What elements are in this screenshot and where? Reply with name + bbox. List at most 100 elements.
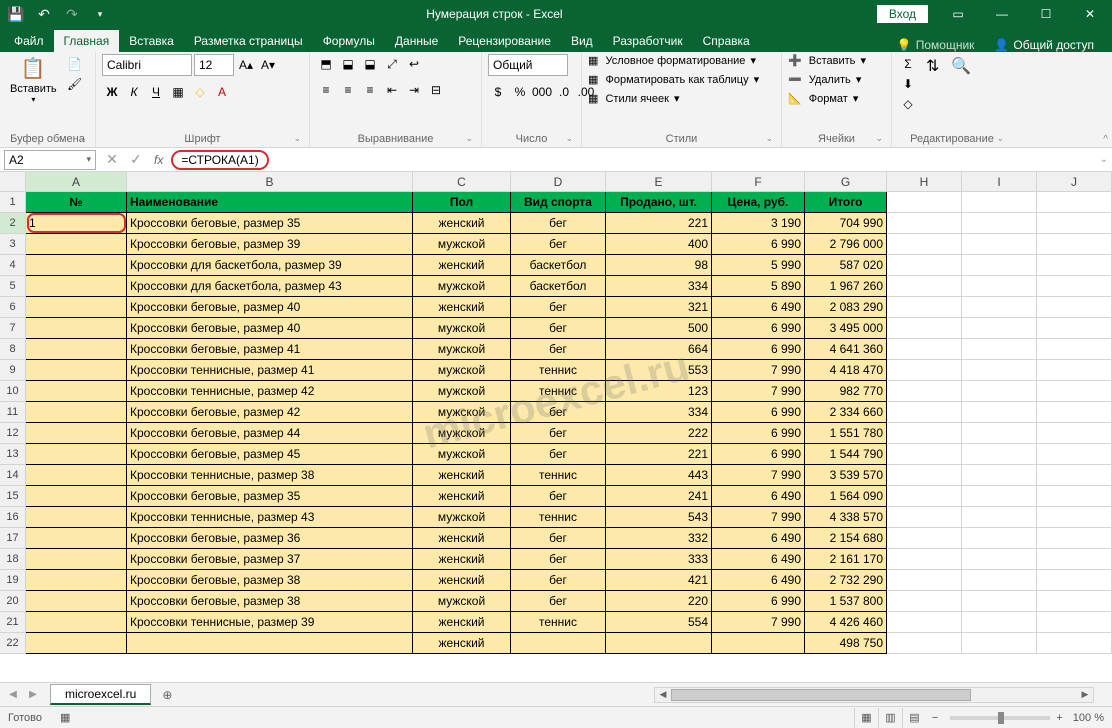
- row-header[interactable]: 18: [0, 549, 26, 570]
- tab-review[interactable]: Рецензирование: [448, 30, 561, 52]
- row-header[interactable]: 7: [0, 318, 26, 339]
- tab-developer[interactable]: Разработчик: [603, 30, 693, 52]
- conditional-formatting-button[interactable]: ▦ Условное форматирование ▾: [588, 54, 756, 67]
- cancel-formula-icon[interactable]: ✕: [100, 148, 124, 172]
- tab-help[interactable]: Справка: [693, 30, 760, 52]
- col-header-B[interactable]: B: [127, 172, 413, 191]
- collapse-ribbon-icon[interactable]: ^: [1103, 134, 1108, 145]
- row-header[interactable]: 20: [0, 591, 26, 612]
- row-header[interactable]: 8: [0, 339, 26, 360]
- fill-color-icon[interactable]: ◇: [190, 82, 210, 102]
- copy-icon[interactable]: 📄: [65, 54, 85, 74]
- col-header-F[interactable]: F: [712, 172, 805, 191]
- increase-font-icon[interactable]: A▴: [236, 55, 256, 75]
- expand-formula-bar-icon[interactable]: ⌄: [1100, 154, 1108, 165]
- align-top-icon[interactable]: ⬒: [316, 54, 336, 74]
- scroll-thumb[interactable]: [671, 689, 971, 701]
- wrap-text-icon[interactable]: ↩: [404, 54, 424, 74]
- maximize-icon[interactable]: ☐: [1024, 0, 1068, 28]
- name-box[interactable]: A2: [4, 150, 96, 170]
- minimize-icon[interactable]: —: [980, 0, 1024, 28]
- italic-icon[interactable]: К: [124, 82, 144, 102]
- orientation-icon[interactable]: ⤢: [382, 54, 402, 74]
- decrease-indent-icon[interactable]: ⇤: [382, 80, 402, 100]
- sheet-nav-prev-icon[interactable]: ◀: [4, 686, 22, 704]
- formula-input[interactable]: =СТРОКА(A1): [171, 150, 268, 170]
- align-bottom-icon[interactable]: ⬓: [360, 54, 380, 74]
- find-select-button[interactable]: 🔍: [947, 54, 975, 78]
- tab-file[interactable]: Файл: [4, 30, 54, 52]
- tab-page-layout[interactable]: Разметка страницы: [184, 30, 313, 52]
- format-cells-button[interactable]: 📐 Формат ▾: [788, 92, 858, 105]
- font-color-icon[interactable]: A: [212, 82, 232, 102]
- qat-customize-icon[interactable]: ▾: [88, 2, 112, 26]
- zoom-out-icon[interactable]: −: [932, 712, 938, 724]
- increase-indent-icon[interactable]: ⇥: [404, 80, 424, 100]
- tab-insert[interactable]: Вставка: [119, 30, 184, 52]
- col-header-A[interactable]: A: [26, 172, 127, 191]
- row-header[interactable]: 10: [0, 381, 26, 402]
- fx-icon[interactable]: fx: [154, 153, 163, 167]
- row-header[interactable]: 14: [0, 465, 26, 486]
- decrease-font-icon[interactable]: A▾: [258, 55, 278, 75]
- scroll-right-icon[interactable]: ▶: [1077, 688, 1093, 702]
- borders-icon[interactable]: ▦: [168, 82, 188, 102]
- zoom-slider[interactable]: [950, 716, 1050, 720]
- row-header[interactable]: 15: [0, 486, 26, 507]
- col-header-I[interactable]: I: [962, 172, 1037, 191]
- align-middle-icon[interactable]: ⬓: [338, 54, 358, 74]
- number-format-select[interactable]: [488, 54, 568, 76]
- currency-icon[interactable]: $: [488, 82, 508, 102]
- comma-icon[interactable]: 000: [532, 82, 552, 102]
- redo-icon[interactable]: ↷: [60, 2, 84, 26]
- share-button[interactable]: 👤Общий доступ: [984, 38, 1104, 52]
- clear-icon[interactable]: ◇: [898, 94, 918, 114]
- zoom-in-icon[interactable]: +: [1056, 712, 1062, 724]
- col-header-E[interactable]: E: [606, 172, 712, 191]
- page-layout-view-icon[interactable]: ▥: [878, 708, 902, 728]
- align-center-icon[interactable]: ≡: [338, 80, 358, 100]
- paste-button[interactable]: 📋Вставить▾: [6, 54, 61, 106]
- sheet-nav-next-icon[interactable]: ▶: [24, 686, 42, 704]
- row-header[interactable]: 5: [0, 276, 26, 297]
- col-header-C[interactable]: C: [413, 172, 511, 191]
- row-header[interactable]: 12: [0, 423, 26, 444]
- tell-me-search[interactable]: 💡Помощник: [887, 38, 985, 52]
- insert-cells-button[interactable]: ➕ Вставить ▾: [788, 54, 866, 67]
- add-sheet-icon[interactable]: ⊕: [155, 683, 179, 707]
- macro-record-icon[interactable]: ▦: [60, 711, 70, 724]
- normal-view-icon[interactable]: ▦: [854, 708, 878, 728]
- font-name-select[interactable]: [102, 54, 192, 76]
- horizontal-scrollbar[interactable]: ◀ ▶: [654, 687, 1094, 703]
- col-header-D[interactable]: D: [511, 172, 606, 191]
- tab-data[interactable]: Данные: [385, 30, 448, 52]
- tab-view[interactable]: Вид: [561, 30, 603, 52]
- row-header[interactable]: 17: [0, 528, 26, 549]
- font-size-select[interactable]: [194, 54, 234, 76]
- ribbon-display-icon[interactable]: ▭: [936, 0, 980, 28]
- row-header[interactable]: 16: [0, 507, 26, 528]
- cell-styles-button[interactable]: ▦ Стили ячеек ▾: [588, 92, 680, 105]
- autosum-icon[interactable]: Σ: [898, 54, 918, 74]
- format-as-table-button[interactable]: ▦ Форматировать как таблицу ▾: [588, 73, 759, 86]
- increase-decimal-icon[interactable]: .0: [554, 82, 574, 102]
- save-icon[interactable]: 💾: [4, 2, 28, 26]
- row-header[interactable]: 4: [0, 255, 26, 276]
- row-header[interactable]: 11: [0, 402, 26, 423]
- row-header[interactable]: 9: [0, 360, 26, 381]
- sort-filter-button[interactable]: ⇅: [922, 54, 943, 78]
- underline-icon[interactable]: Ч: [146, 82, 166, 102]
- col-header-G[interactable]: G: [805, 172, 887, 191]
- login-button[interactable]: Вход: [877, 5, 928, 23]
- row-header[interactable]: 13: [0, 444, 26, 465]
- row-header[interactable]: 1: [0, 192, 26, 213]
- align-left-icon[interactable]: ≡: [316, 80, 336, 100]
- page-break-view-icon[interactable]: ▤: [902, 708, 926, 728]
- row-header[interactable]: 21: [0, 612, 26, 633]
- align-right-icon[interactable]: ≡: [360, 80, 380, 100]
- format-painter-icon[interactable]: 🖌: [65, 74, 85, 94]
- percent-icon[interactable]: %: [510, 82, 530, 102]
- row-header[interactable]: 22: [0, 633, 26, 654]
- merge-icon[interactable]: ⊟: [426, 80, 446, 100]
- row-header[interactable]: 19: [0, 570, 26, 591]
